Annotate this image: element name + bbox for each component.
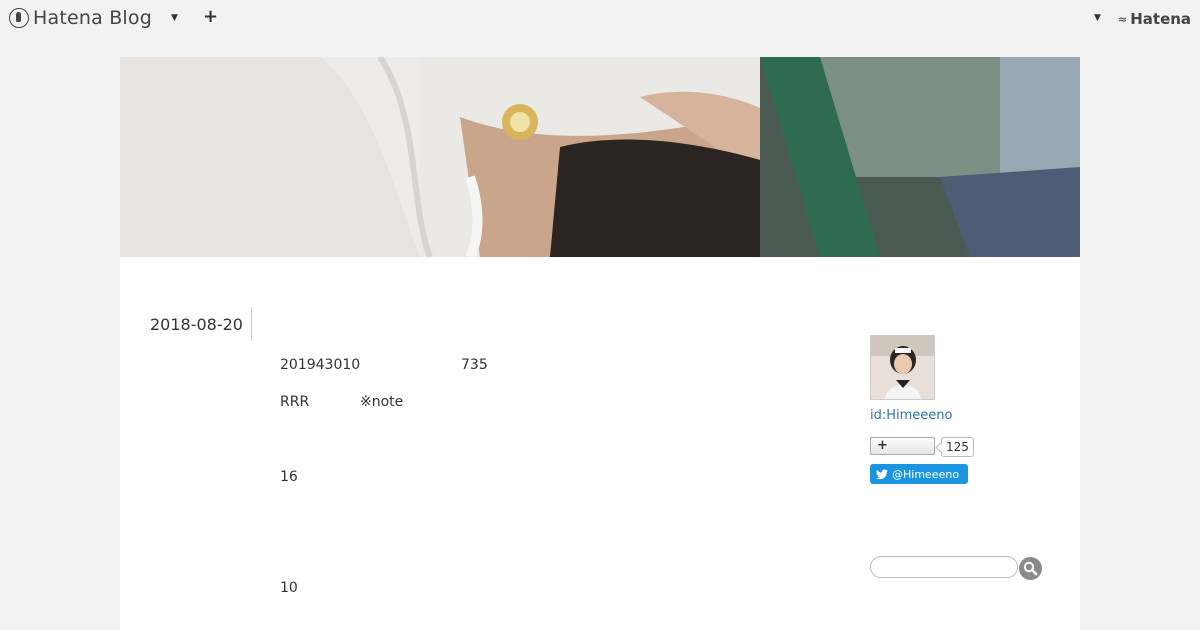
add-entry-button[interactable]: + [203,6,218,27]
hatena-blog-logo-icon [9,8,29,28]
entry-line-1a: 201943010 [280,357,361,373]
hatena-mark-icon: ≈ [1118,12,1128,26]
blog-search-input[interactable] [870,556,1018,578]
entry-date-link[interactable]: 2018-08-20 [150,307,252,341]
entry-line-1b: 735 [461,357,488,373]
avatar-image [871,336,934,399]
entry-line-4a: 10 [280,580,298,596]
brand-menu-dropdown-icon[interactable]: ▼ [171,13,178,23]
search-icon [1023,561,1038,576]
profile-avatar[interactable] [870,335,935,400]
header-photo [120,57,1080,257]
brand-name: Hatena Blog [33,7,152,29]
follower-count-badge: 125 [941,437,974,457]
blog-container: 2018-08-20 201943010 735 RRR ※note 16 10… [120,57,1080,630]
entry-line-2b: ※note [360,394,404,410]
hatena-label: Hatena [1130,10,1192,28]
hatena-blog-logo-link[interactable]: Hatena Blog [9,7,152,29]
entry-line-2a: RRR [280,394,310,410]
profile-id-link[interactable]: id:Himeeeno [870,408,952,423]
reader-follow-button[interactable]: + [870,437,935,455]
twitter-bird-icon [876,469,888,479]
entry-line-3a: 16 [280,469,298,485]
search-button[interactable] [1019,557,1042,580]
hatena-home-link[interactable]: ≈ Hatena [1118,10,1191,28]
entry-date: 2018-08-20 [150,314,243,334]
user-menu-dropdown-icon[interactable]: ▼ [1094,13,1101,23]
blog-header-image[interactable] [120,57,1080,257]
twitter-handle: @Himeeeno [892,467,960,481]
twitter-follow-button[interactable]: @Himeeeno [870,464,968,484]
global-header: Hatena Blog ▼ + ▼ ≈ Hatena [0,0,1200,38]
